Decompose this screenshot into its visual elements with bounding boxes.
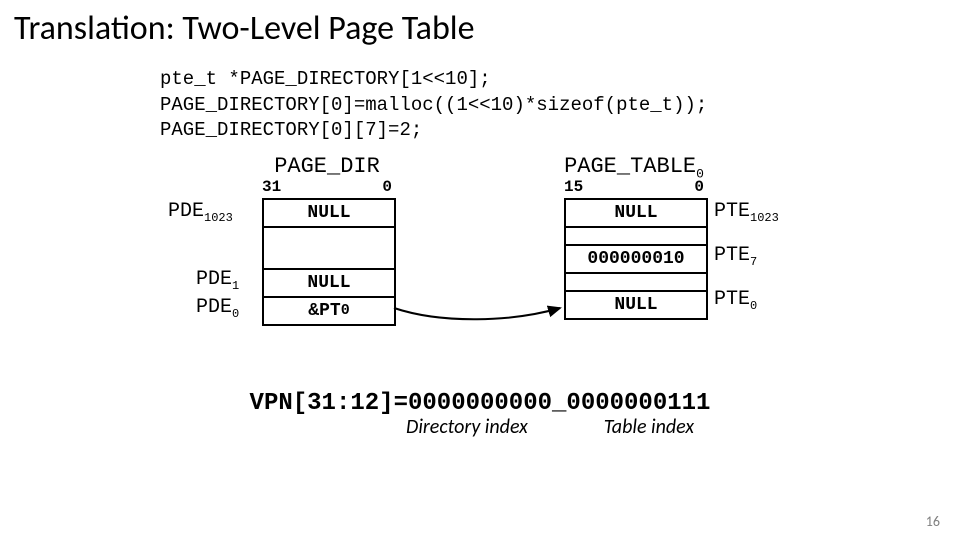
vpn-tbl-label: Table index <box>604 415 694 439</box>
page-dir-table: NULL NULL &PT0 <box>262 198 396 326</box>
label-pte-7: PTE7 <box>714 244 757 269</box>
dir-cell-1023: NULL <box>264 200 394 228</box>
slide-title: Translation: Two-Level Page Table <box>0 0 960 63</box>
page-dir-title: PAGE_DIR <box>262 154 392 179</box>
code-line-1: pte_t *PAGE_DIRECTORY[1<<10]; <box>160 67 960 93</box>
label-pte-0: PTE0 <box>714 288 757 313</box>
vpn-dir-label: Directory index <box>406 415 528 439</box>
label-pde-1023: PDE1023 <box>168 200 233 225</box>
pt-cell-7: 000000010 <box>566 246 706 274</box>
page-table: NULL 000000010 NULL <box>564 198 708 320</box>
page-number: 16 <box>926 513 940 530</box>
diagram: PAGE_DIR 31 0 NULL NULL &PT0 PDE1023 PDE… <box>114 154 874 384</box>
dir-cell-gap <box>264 228 394 270</box>
code-line-3: PAGE_DIRECTORY[0][7]=2; <box>160 118 960 144</box>
label-pde-0: PDE0 <box>196 296 239 321</box>
pt-cell-gap1 <box>566 228 706 246</box>
dir-cell-1: NULL <box>264 270 394 298</box>
pt-cell-gap2 <box>566 274 706 292</box>
label-pte-1023: PTE1023 <box>714 200 779 225</box>
dir-bit-lo: 0 <box>382 178 392 196</box>
code-line-2: PAGE_DIRECTORY[0]=malloc((1<<10)*sizeof(… <box>160 93 960 119</box>
pt-cell-0: NULL <box>566 292 706 318</box>
arrow-pt0 <box>392 294 572 334</box>
code-block: pte_t *PAGE_DIRECTORY[1<<10]; PAGE_DIREC… <box>160 67 960 144</box>
pt-cell-1023: NULL <box>566 200 706 228</box>
pt-bit-hi: 15 <box>564 178 583 196</box>
dir-bit-hi: 31 <box>262 178 281 196</box>
vpn-line: VPN[31:12]=0000000000_0000000111 <box>0 390 960 417</box>
dir-cell-0: &PT0 <box>264 298 394 324</box>
label-pde-1: PDE1 <box>196 268 239 293</box>
vpn-sublabels: Directory index Table index <box>0 415 960 439</box>
pt-bit-lo: 0 <box>694 178 704 196</box>
